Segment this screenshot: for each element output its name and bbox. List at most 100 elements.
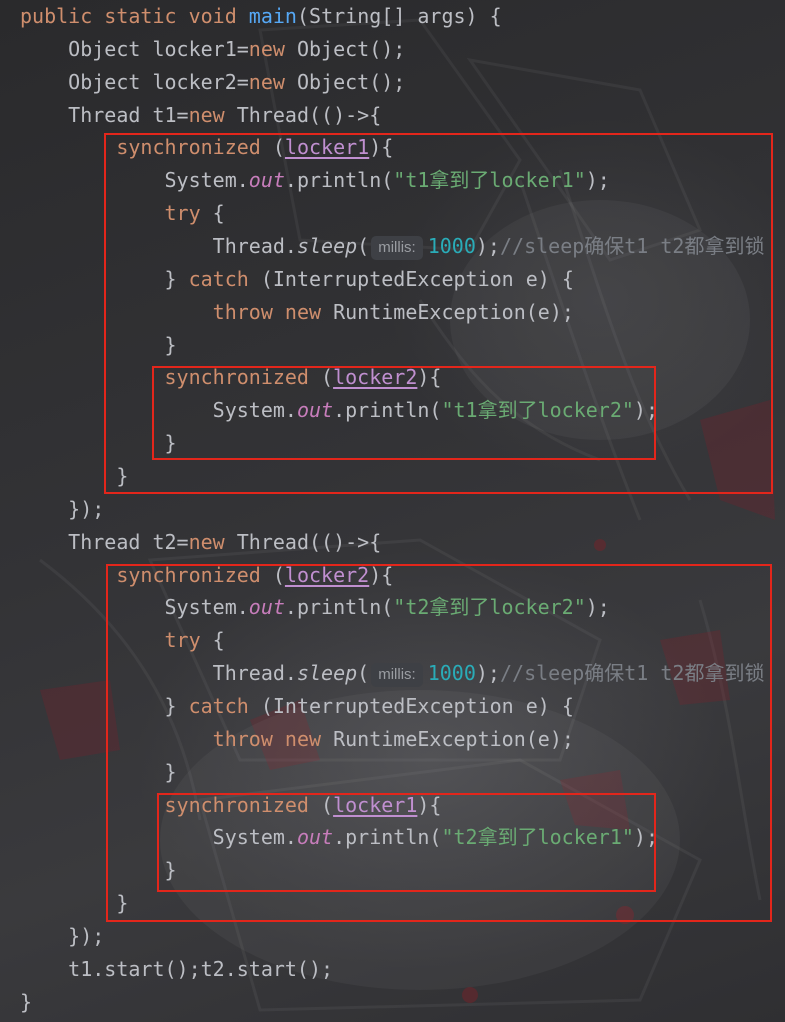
code-text: Thread(()->{ (224, 102, 382, 127)
string-literal: "t2拿到了locker2" (393, 595, 586, 620)
static-field: out (248, 168, 285, 193)
code-text: .println( (333, 398, 442, 423)
code-line[interactable]: Thread t2=new Thread(()->{ (20, 526, 785, 559)
code-text: RuntimeException(e); (321, 299, 574, 324)
code-line[interactable]: System.out.println("t1拿到了locker1"); (20, 164, 785, 197)
code-line[interactable]: try { (20, 197, 785, 230)
code-line[interactable]: Object locker2=new Object(); (20, 66, 785, 99)
code-text: .println( (284, 595, 394, 620)
keyword: try (164, 201, 201, 226)
method-name[interactable]: main (237, 4, 297, 28)
code-text: ); (633, 398, 658, 423)
code-text: Thread. (212, 234, 297, 259)
code-text: ); (475, 661, 500, 686)
static-method-call: sleep (296, 661, 358, 686)
code-text: System. (212, 398, 297, 423)
keyword: synchronized (116, 135, 261, 160)
code-line[interactable]: Thread t1=new Thread(()->{ (20, 99, 785, 132)
keyword: synchronized (164, 792, 309, 817)
code-text: Thread t2= (68, 529, 189, 554)
code-text: (InterruptedException e) { (248, 266, 574, 291)
code-text: } (164, 332, 177, 357)
code-line[interactable]: throw new RuntimeException(e); (20, 723, 785, 756)
code-line[interactable]: System.out.println("t2拿到了locker2"); (20, 591, 785, 624)
keyword: catch (188, 694, 249, 719)
code-area[interactable]: public static void main(String[] args) {… (20, 0, 785, 1019)
code-text: ( (308, 792, 334, 817)
string-literal: "t2拿到了locker1" (441, 825, 634, 850)
code-text: { (200, 201, 225, 226)
code-line[interactable]: } (20, 986, 785, 1019)
code-line[interactable]: } (20, 460, 785, 493)
static-field: out (248, 595, 285, 620)
keyword: throw (212, 726, 273, 751)
code-line[interactable]: System.out.println("t2拿到了locker1"); (20, 821, 785, 854)
code-line[interactable]: Object locker1=new Object(); (20, 33, 785, 66)
code-text: ); (633, 825, 658, 850)
code-text: } (164, 759, 177, 784)
code-text: ( (357, 661, 370, 686)
captured-variable[interactable]: locker1 (333, 793, 417, 817)
code-line[interactable]: Thread.sleep(millis: 1000);//sleep确保t1 t2… (20, 230, 785, 263)
code-text: ( (357, 234, 370, 259)
code-text: ){ (369, 135, 394, 160)
code-line[interactable]: synchronized (locker1){ (20, 789, 785, 822)
code-text: (String[] args) { (296, 4, 502, 28)
keyword: static (92, 4, 177, 28)
number-literal: 1000 (427, 661, 476, 686)
code-line[interactable]: } (20, 329, 785, 362)
static-field: out (296, 825, 334, 850)
code-text: System. (164, 595, 249, 620)
code-text: Object(); (284, 36, 406, 61)
code-text: Thread t1= (68, 102, 189, 127)
code-text: .println( (333, 825, 442, 850)
keyword: void (176, 4, 237, 28)
code-line[interactable]: } (20, 887, 785, 920)
number-literal: 1000 (427, 234, 476, 259)
code-text: } (164, 694, 189, 719)
code-line[interactable]: } catch (InterruptedException e) { (20, 690, 785, 723)
code-line[interactable]: } catch (InterruptedException e) { (20, 263, 785, 296)
keyword: new (248, 69, 285, 94)
keyword: catch (188, 266, 249, 291)
captured-variable[interactable]: locker1 (285, 135, 369, 159)
keyword: new (272, 726, 322, 751)
code-text: Object locker2= (68, 69, 249, 94)
code-text: Thread. (212, 661, 297, 686)
code-line[interactable]: try { (20, 624, 785, 657)
code-text: } (20, 989, 33, 1014)
code-line[interactable]: Thread.sleep(millis: 1000);//sleep确保t1 t2… (20, 657, 785, 690)
code-line[interactable]: synchronized (locker2){ (20, 361, 785, 394)
code-text: ( (308, 365, 334, 390)
keyword: synchronized (116, 562, 261, 587)
captured-variable[interactable]: locker2 (333, 365, 417, 389)
code-text: } (164, 431, 177, 456)
code-text: }); (68, 924, 105, 949)
string-literal: "t1拿到了locker1" (393, 168, 586, 193)
code-line[interactable]: } (20, 756, 785, 789)
code-line[interactable]: }); (20, 493, 785, 526)
code-line[interactable]: throw new RuntimeException(e); (20, 296, 785, 329)
code-text: (InterruptedException e) { (248, 694, 574, 719)
keyword: new (248, 36, 285, 61)
keyword: new (188, 102, 225, 127)
code-line[interactable]: synchronized (locker1){ (20, 131, 785, 164)
code-line[interactable]: public static void main(String[] args) { (20, 0, 785, 33)
keyword: new (272, 299, 322, 324)
code-line[interactable]: }); (20, 920, 785, 953)
code-text: .println( (284, 168, 394, 193)
code-line[interactable]: System.out.println("t1拿到了locker2"); (20, 394, 785, 427)
code-line[interactable]: } (20, 427, 785, 460)
code-editor[interactable]: public static void main(String[] args) {… (0, 0, 785, 1022)
code-line[interactable]: } (20, 854, 785, 887)
code-text: Object(); (284, 69, 406, 94)
code-text: ); (475, 234, 500, 259)
captured-variable[interactable]: locker2 (285, 563, 369, 587)
comment: //sleep确保t1 t2都拿到锁 (499, 234, 765, 259)
string-literal: "t1拿到了locker2" (441, 398, 634, 423)
keyword: throw (212, 299, 273, 324)
code-text: RuntimeException(e); (321, 726, 574, 751)
code-line[interactable]: synchronized (locker2){ (20, 559, 785, 592)
code-text: Object locker1= (68, 36, 249, 61)
code-line[interactable]: t1.start();t2.start(); (20, 953, 785, 986)
